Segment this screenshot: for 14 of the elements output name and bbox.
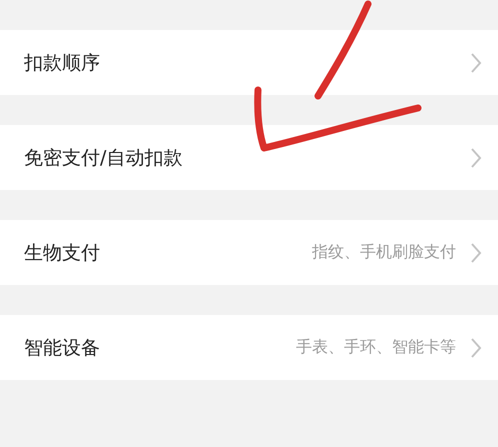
settings-row[interactable]: 免密支付/自动扣款	[0, 125, 498, 190]
setting-label: 生物支付	[24, 240, 101, 266]
chevron-icon	[470, 52, 482, 74]
setting-label: 扣款顺序	[24, 50, 101, 76]
setting-value: 指纹、手机刷脸支付	[312, 242, 456, 263]
chevron-icon	[470, 336, 482, 358]
setting-label: 免密支付/自动扣款	[24, 146, 184, 170]
settings-row[interactable]: 扣款顺序	[0, 30, 498, 95]
settings-row[interactable]: 生物支付 指纹、手机刷脸支付	[0, 220, 498, 285]
settings-row[interactable]: 智能设备 手表、手环、智能卡等	[0, 315, 498, 380]
chevron-icon	[470, 146, 482, 168]
setting-value: 手表、手环、智能卡等	[296, 337, 456, 358]
chevron-icon	[470, 242, 482, 264]
setting-label: 智能设备	[24, 336, 101, 360]
